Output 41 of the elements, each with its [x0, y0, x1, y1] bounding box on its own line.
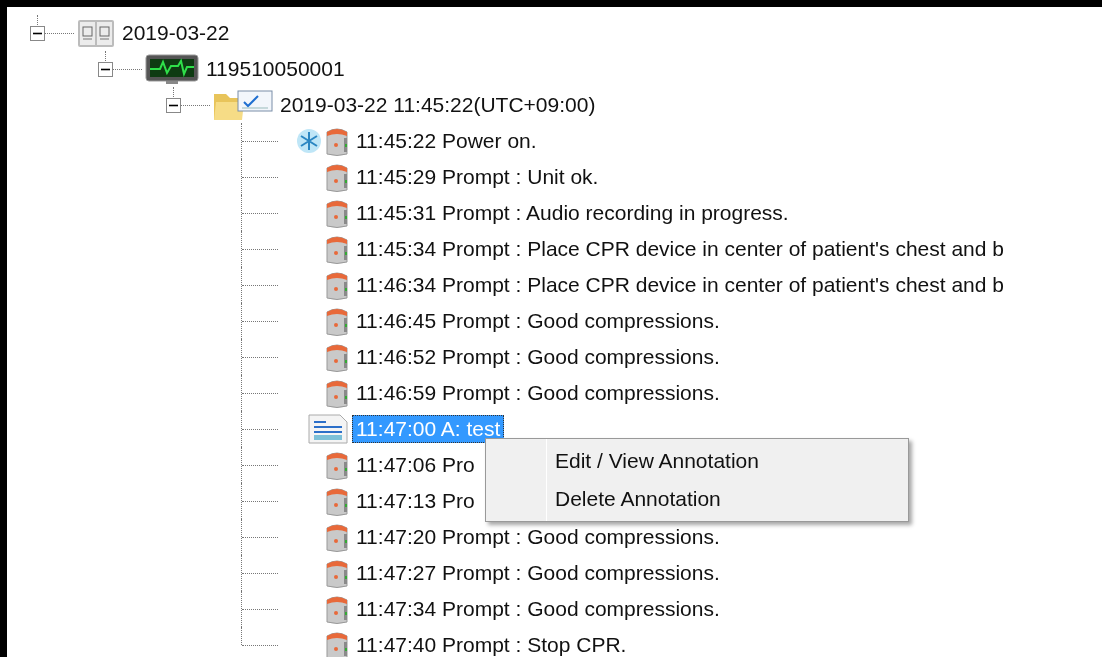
canister-icon [324, 630, 350, 657]
tree-item[interactable]: 11:45:29 Prompt : Unit ok. [352, 163, 603, 191]
tree-item[interactable]: 11:45:22 Power on. [352, 127, 541, 155]
tree-item[interactable]: 11:47:40 Prompt : Stop CPR. [352, 631, 631, 657]
canister-icon [324, 234, 350, 264]
tree-item[interactable]: 11:47:27 Prompt : Good compressions. [352, 559, 724, 587]
monitor-icon [144, 53, 200, 85]
canister-icon [324, 126, 350, 156]
canister-icon [324, 558, 350, 588]
canister-icon [324, 162, 350, 192]
collapse-toggle[interactable] [30, 26, 45, 41]
tree-item[interactable]: 2019-03-22 11:45:22(UTC+09:00) [276, 91, 600, 119]
tree-item[interactable]: 11:47:34 Prompt : Good compressions. [352, 595, 724, 623]
tree-item[interactable]: 2019-03-22 [118, 19, 234, 47]
canister-icon [324, 198, 350, 228]
snowflake-icon [296, 128, 322, 154]
menu-item[interactable]: Delete Annotation [489, 480, 905, 518]
tree-item[interactable]: 11:45:31 Prompt : Audio recording in progress. [352, 199, 793, 227]
canister-icon [324, 486, 350, 516]
tree-item[interactable]: 11:47:06 Pro [352, 451, 479, 479]
folder-icon [212, 88, 274, 122]
canister-icon [324, 270, 350, 300]
tree-item[interactable]: 11:45:34 Prompt : Place CPR device in center of patient's chest and b [352, 235, 1008, 263]
collapse-toggle[interactable] [166, 98, 181, 113]
canister-icon [324, 342, 350, 372]
tree-item[interactable]: 11:46:59 Prompt : Good compressions. [352, 379, 724, 407]
tree-item[interactable]: 119510050001 [202, 55, 349, 83]
tree-item[interactable]: 11:47:13 Pro [352, 487, 479, 515]
tree-item[interactable]: 11:46:45 Prompt : Good compressions. [352, 307, 724, 335]
menu-item[interactable]: Edit / View Annotation [489, 442, 905, 480]
canister-icon [324, 522, 350, 552]
tree-item[interactable]: 11:46:52 Prompt : Good compressions. [352, 343, 724, 371]
collapse-toggle[interactable] [98, 62, 113, 77]
tree-item[interactable]: 11:46:34 Prompt : Place CPR device in center of patient's chest and b [352, 271, 1008, 299]
canister-icon [324, 594, 350, 624]
document-icon [306, 413, 350, 445]
book-icon [76, 17, 116, 49]
canister-icon [324, 450, 350, 480]
tree-item[interactable]: 11:47:20 Prompt : Good compressions. [352, 523, 724, 551]
canister-icon [324, 378, 350, 408]
canister-icon [324, 306, 350, 336]
